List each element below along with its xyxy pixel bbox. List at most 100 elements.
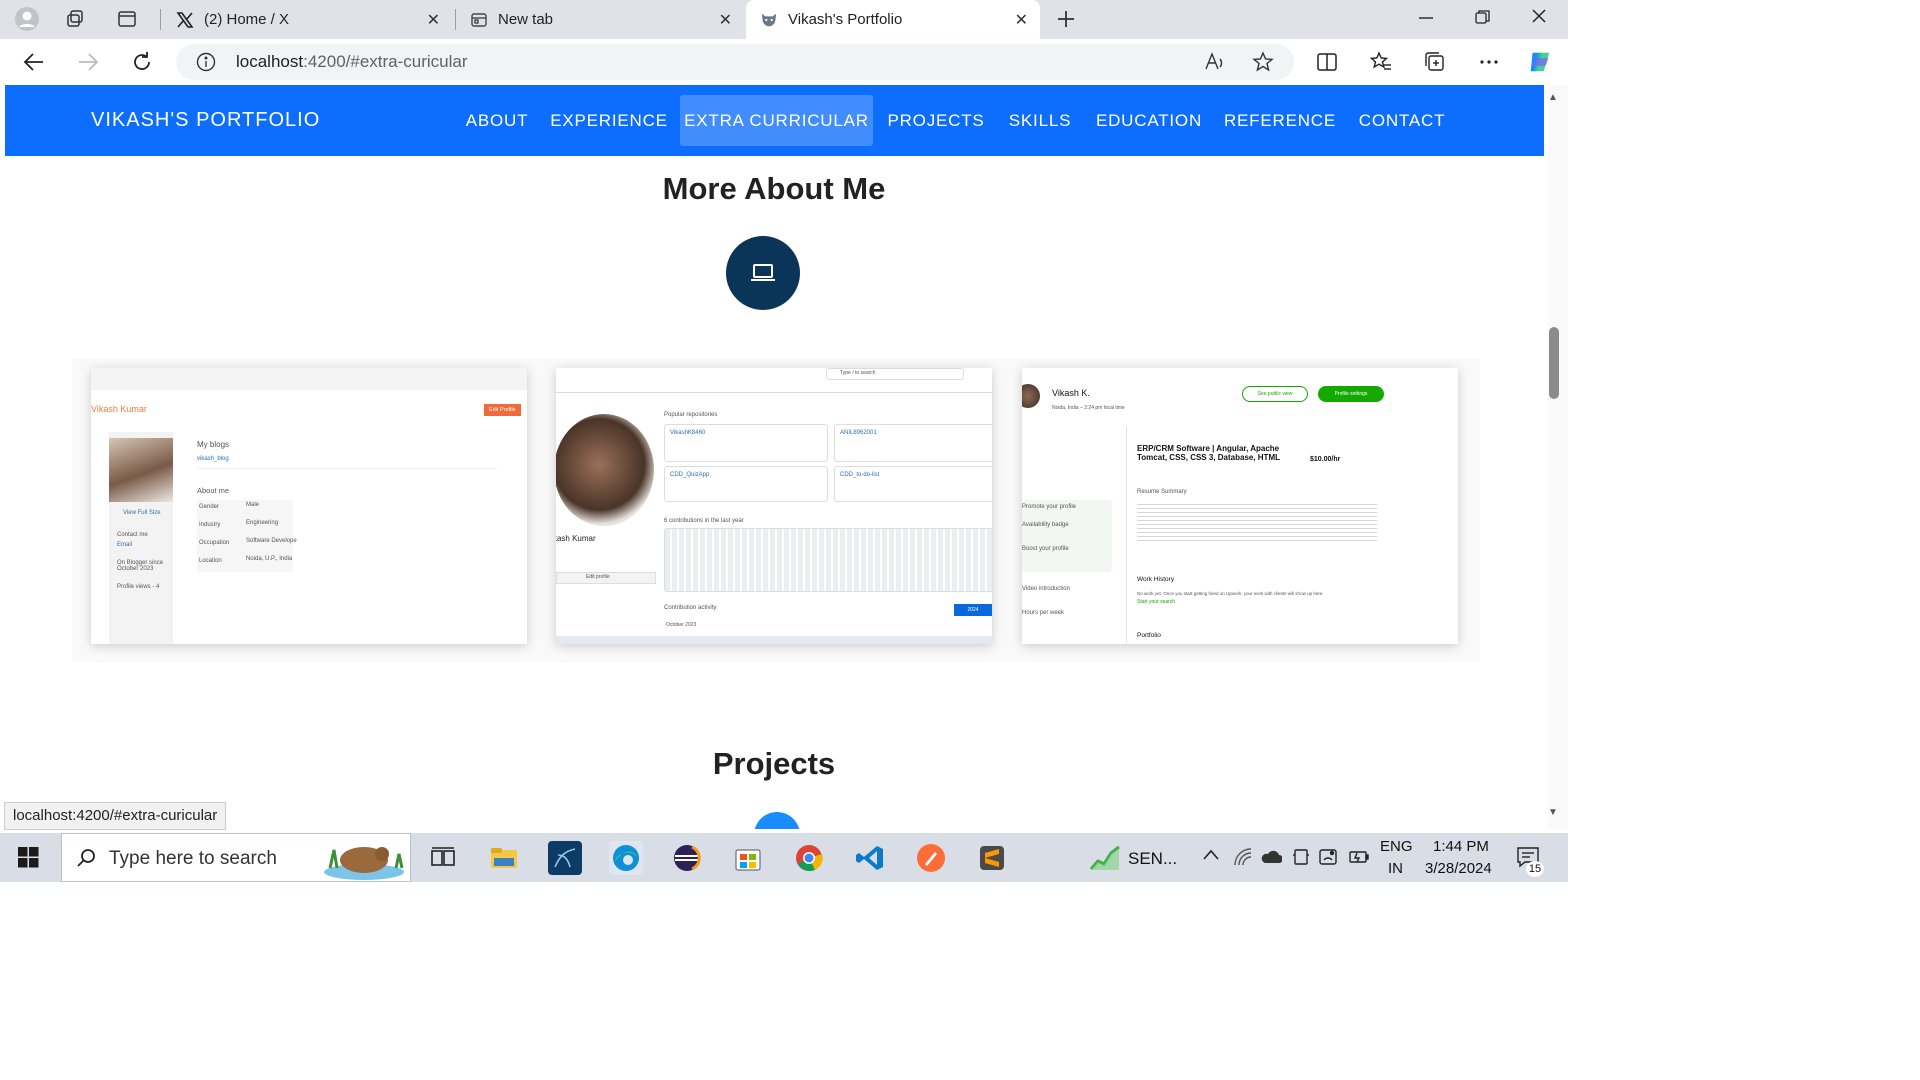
scrollbar-thumb[interactable] — [1549, 327, 1559, 399]
copilot-icon[interactable] — [1527, 49, 1553, 75]
upwork-location: Noida, India – 2:24 pm local time — [1052, 405, 1125, 411]
github-activity-heading: Contribution activity — [664, 605, 717, 611]
nav-about[interactable]: ABOUT — [456, 95, 538, 146]
upwork-promote-box — [1022, 500, 1112, 572]
windows-start-icon[interactable] — [18, 847, 39, 873]
clock-date[interactable]: 3/28/2024 — [1425, 860, 1492, 877]
collections-icon[interactable] — [1422, 49, 1448, 75]
stock-chart-icon[interactable] — [1089, 843, 1120, 876]
language-code[interactable]: ENG — [1380, 838, 1413, 855]
restore-icon[interactable] — [1474, 8, 1492, 31]
device-icon[interactable] — [1291, 847, 1311, 872]
edge-browser-icon[interactable] — [609, 841, 643, 875]
sublime-text-icon[interactable] — [975, 841, 1009, 875]
x-logo-icon — [176, 11, 194, 29]
tab-portfolio[interactable]: Vikash's Portfolio ✕ — [746, 0, 1040, 39]
close-tab-icon[interactable]: ✕ — [427, 10, 440, 30]
tray-chevron-icon[interactable] — [1202, 847, 1220, 868]
upwork-resume-text — [1137, 504, 1377, 544]
page-viewport: VIKASH'S PORTFOLIO ABOUT EXPERIENCE EXTR… — [0, 85, 1548, 829]
github-month: October 2023 — [666, 622, 697, 628]
nav-reference[interactable]: REFERENCE — [1222, 95, 1338, 146]
site-brand[interactable]: VIKASH'S PORTFOLIO — [91, 109, 320, 132]
search-icon — [76, 848, 96, 873]
wifi-alert-icon[interactable] — [1318, 847, 1338, 872]
tab-title: (2) Home / X — [204, 11, 290, 28]
split-screen-icon[interactable] — [1314, 49, 1340, 75]
github-edit-profile-label: Edit profile — [586, 574, 610, 580]
vscode-icon[interactable] — [853, 841, 887, 875]
github-year-button: 2024 — [954, 604, 992, 616]
link-status-bar: localhost:4200/#extra-curicular — [4, 802, 227, 830]
about-key: Occupation — [199, 540, 230, 546]
region-code[interactable]: IN — [1388, 860, 1403, 877]
about-key: Industry — [199, 522, 221, 528]
microsoft-store-icon[interactable] — [731, 841, 765, 875]
favorites-icon[interactable] — [1368, 49, 1394, 75]
github-repo-name: ANIL8962001 — [840, 430, 877, 436]
vertical-tabs-icon[interactable] — [114, 6, 140, 32]
github-search-placeholder: Type / to search — [840, 370, 876, 376]
refresh-icon[interactable] — [129, 49, 155, 75]
blogger-divider — [197, 468, 497, 469]
postman-icon[interactable] — [914, 841, 948, 875]
nav-experience[interactable]: EXPERIENCE — [548, 95, 670, 146]
blogger-since: On Blogger since October 2023 — [117, 560, 164, 572]
scroll-up-arrow-icon[interactable]: ▲ — [1548, 92, 1558, 103]
about-value: Software Develope — [246, 538, 297, 544]
favorite-star-icon[interactable] — [1252, 51, 1274, 78]
upwork-name: Vikash K. — [1052, 388, 1090, 398]
network-icon[interactable] — [1233, 847, 1253, 872]
profile-avatar-icon[interactable] — [14, 6, 40, 32]
battery-icon[interactable] — [1348, 849, 1370, 870]
upwork-avatar — [1022, 384, 1040, 408]
eclipse-ide-icon[interactable] — [670, 841, 704, 875]
tab-new-tab[interactable]: New tab ✕ — [456, 0, 744, 39]
close-tab-icon[interactable]: ✕ — [719, 10, 732, 30]
card-upwork-screenshot[interactable]: Vikash K. Noida, India – 2:24 pm local t… — [1022, 368, 1458, 644]
new-tab-plus-icon[interactable] — [1053, 6, 1079, 32]
tab-title: Vikash's Portfolio — [788, 11, 903, 28]
task-view-icon[interactable] — [426, 841, 460, 875]
nav-contact[interactable]: CONTACT — [1348, 95, 1456, 146]
nav-extra-curricular[interactable]: EXTRA CURRICULAR — [680, 95, 873, 146]
tray-app-label[interactable]: SEN... — [1128, 849, 1177, 869]
chrome-browser-icon[interactable] — [792, 841, 826, 875]
github-avatar — [556, 414, 654, 526]
blogger-blog-link: vikash_blog — [197, 456, 229, 462]
onedrive-cloud-icon[interactable] — [1260, 849, 1283, 870]
close-window-icon[interactable] — [1531, 8, 1547, 29]
about-key: Location — [199, 558, 222, 564]
nav-projects[interactable]: PROJECTS — [882, 95, 990, 146]
about-value: Noida, U.P., India — [246, 556, 293, 562]
scroll-down-arrow-icon[interactable]: ▼ — [1548, 807, 1558, 818]
workspaces-icon[interactable] — [62, 6, 88, 32]
taskbar-search-box[interactable]: Type here to search — [61, 833, 411, 882]
portfolio-favicon-icon — [760, 11, 778, 29]
more-menu-icon[interactable] — [1476, 49, 1502, 75]
nav-education[interactable]: EDUCATION — [1088, 95, 1210, 146]
clock-time[interactable]: 1:44 PM — [1433, 838, 1489, 855]
mysql-workbench-icon[interactable] — [548, 841, 582, 875]
card-github-screenshot[interactable]: Type / to search Vikash Kumar Edit profi… — [556, 368, 992, 644]
file-explorer-icon[interactable] — [487, 841, 521, 875]
upwork-title: ERP/CRM Software | Angular, Apache Tomca… — [1137, 444, 1280, 462]
url-host: localhost — [236, 52, 304, 71]
site-info-icon[interactable] — [196, 52, 216, 77]
close-tab-icon[interactable]: ✕ — [1015, 10, 1028, 30]
blogger-blogs-heading: My blogs — [197, 440, 230, 449]
card-blogger-screenshot[interactable]: Vikash Kumar Edit Profile View Full Size… — [91, 368, 527, 644]
upwork-availability: Availability badge — [1022, 522, 1069, 528]
back-arrow-icon[interactable] — [21, 49, 47, 75]
read-aloud-icon[interactable] — [1204, 51, 1226, 78]
notification-count-badge: 15 — [1526, 861, 1544, 877]
blogger-views: Profile views - 4 — [117, 584, 160, 590]
minimize-icon[interactable] — [1418, 8, 1434, 29]
section-title: More About Me — [662, 171, 886, 206]
forward-arrow-icon[interactable] — [75, 49, 101, 75]
tab-x-home[interactable]: (2) Home / X ✕ — [162, 0, 452, 39]
nav-skills[interactable]: SKILLS — [1002, 95, 1078, 146]
projects-icon-circle — [754, 812, 800, 829]
page-scrollbar[interactable] — [1548, 85, 1568, 829]
address-bar[interactable]: localhost:4200/#extra-curicular — [176, 44, 1294, 80]
